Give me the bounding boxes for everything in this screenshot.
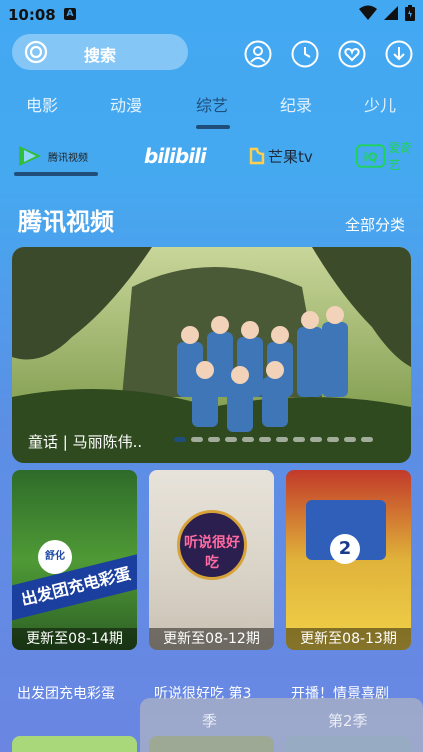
show-poster: 2 <box>286 470 411 650</box>
season-selector: 季 第2季 <box>140 698 423 752</box>
wifi-icon <box>359 5 377 20</box>
tencent-video-logo-icon <box>19 146 41 166</box>
carousel-dot[interactable] <box>208 437 220 442</box>
carousel-dot[interactable] <box>293 437 305 442</box>
update-label: 更新至08-13期 <box>286 628 411 650</box>
platform-iqiyi-label: 爱奇艺 <box>388 141 413 172</box>
platform-mango-label: 芒果tv <box>268 147 313 166</box>
season-tab[interactable]: 季 <box>202 710 217 731</box>
favorite-icon[interactable] <box>338 40 366 68</box>
platform-mango[interactable]: 芒果tv <box>248 142 313 170</box>
notification-badge: A <box>64 8 76 20</box>
platform-bilibili-label: bilibili <box>144 144 207 168</box>
carousel-dot[interactable] <box>327 437 339 442</box>
history-icon[interactable] <box>291 40 319 68</box>
user-icon[interactable] <box>244 40 272 68</box>
svg-text:iQ: iQ <box>364 150 378 164</box>
show-card[interactable]: 2 更新至08-13期 开播！情景喜剧 <box>286 470 411 702</box>
platform-underline <box>14 172 98 176</box>
update-label: 更新至08-12期 <box>149 628 274 650</box>
search-label: 搜索 <box>83 46 116 65</box>
carousel-dot[interactable] <box>242 437 254 442</box>
tab-anime[interactable]: 动漫 <box>110 92 142 116</box>
carousel-dot[interactable] <box>344 437 356 442</box>
category-underline <box>196 125 230 129</box>
carousel-dot[interactable] <box>361 437 373 442</box>
iqiyi-logo-icon: iQ <box>356 144 386 168</box>
banner-carousel[interactable]: 童话 | 马丽陈伟.. <box>12 247 411 463</box>
show-card[interactable]: 舒化 出发团充电彩蛋 更新至08-14期 出发团充电彩蛋 <box>12 470 137 702</box>
poster-title: 出发团充电彩蛋 <box>12 553 137 621</box>
carousel-dot[interactable] <box>225 437 237 442</box>
show-title: 出发团充电彩蛋 <box>17 686 115 702</box>
search-bar[interactable]: 搜索 <box>12 34 188 70</box>
carousel-dot[interactable] <box>259 437 271 442</box>
carousel-dot[interactable] <box>191 437 203 442</box>
tab-kids[interactable]: 少儿 <box>364 92 396 116</box>
show-poster: 舒化 出发团充电彩蛋 <box>12 470 137 650</box>
platform-tencent-label: 腾讯视频 <box>48 152 88 164</box>
carousel-dot[interactable] <box>310 437 322 442</box>
platform-bilibili[interactable]: bilibili <box>144 142 207 170</box>
mango-logo-icon <box>249 147 265 165</box>
season-tab[interactable]: 第2季 <box>328 710 368 731</box>
tab-variety[interactable]: 综艺 <box>196 92 228 116</box>
platform-iqiyi[interactable]: iQ 爱奇艺 <box>356 141 423 172</box>
tab-movie[interactable]: 电影 <box>26 92 58 116</box>
banner-caption: 童话 | 马丽陈伟.. <box>28 433 143 451</box>
status-time: 10:08 <box>8 6 56 24</box>
section-title: 腾讯视频 <box>18 208 114 236</box>
status-icons <box>359 5 415 21</box>
battery-icon <box>405 5 415 21</box>
platform-tencent[interactable]: 腾讯视频 <box>16 142 88 170</box>
signal-icon <box>384 6 398 20</box>
download-icon[interactable] <box>385 40 413 68</box>
show-card[interactable]: 听说很好吃 更新至08-12期 听说很好吃 第3 <box>149 470 274 702</box>
update-label: 更新至08-14期 <box>12 628 137 650</box>
carousel-dot[interactable] <box>276 437 288 442</box>
show-poster: 听说很好吃 <box>149 470 274 650</box>
show-card-peek <box>12 736 137 752</box>
carousel-dots <box>174 437 373 442</box>
poster-title: 听说很好吃 <box>184 535 240 571</box>
all-categories-link[interactable]: 全部分类 <box>345 214 405 235</box>
tab-documentary[interactable]: 纪录 <box>280 92 312 116</box>
poster-badge: 舒化 <box>38 540 72 574</box>
status-bar: 10:08 A <box>0 0 423 30</box>
carousel-dot[interactable] <box>174 437 186 442</box>
